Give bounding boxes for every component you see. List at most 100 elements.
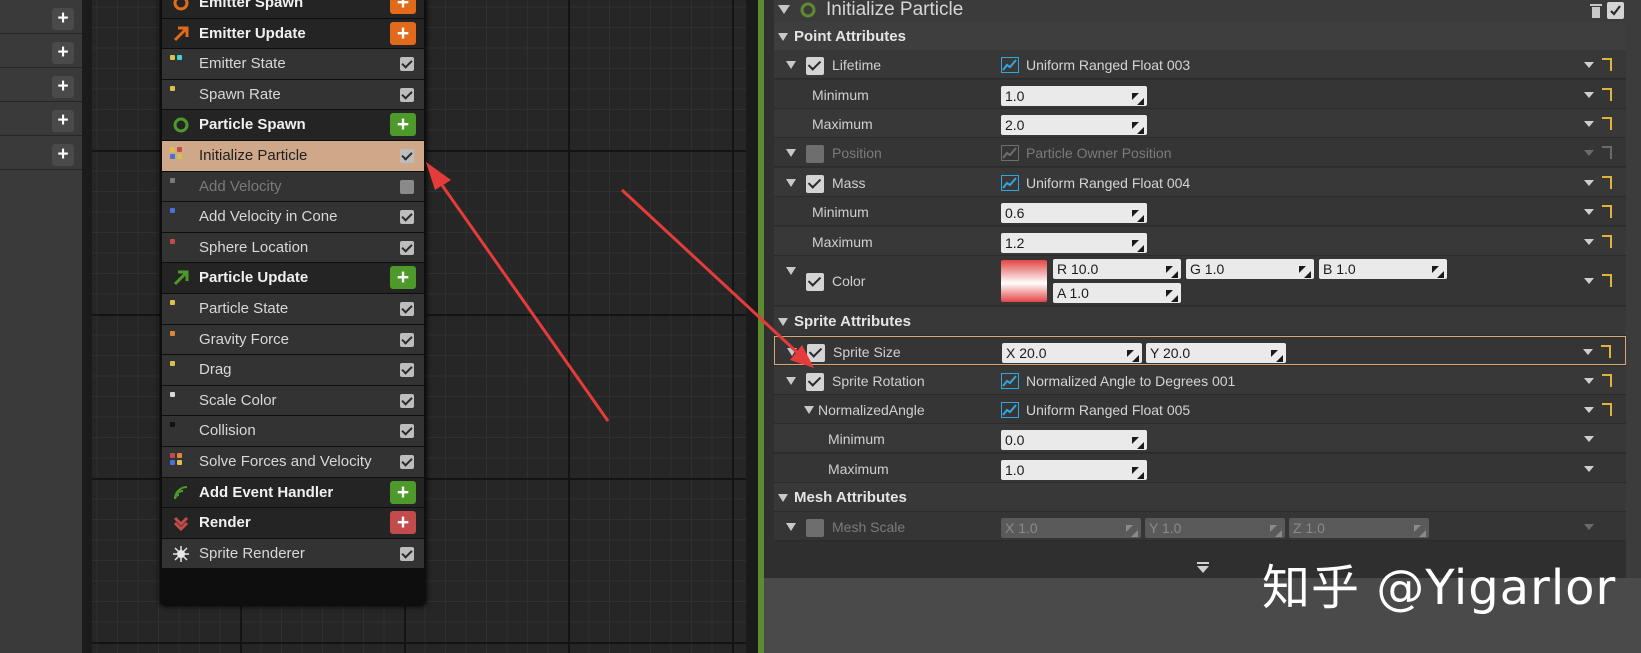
property-checkbox[interactable] [806, 519, 824, 537]
row-options[interactable] [1583, 345, 1617, 359]
reset-to-default-icon[interactable] [1602, 58, 1612, 71]
expand-arrow-icon[interactable] [786, 179, 796, 187]
drag-handle-icon[interactable] [1299, 266, 1311, 278]
property-checkbox[interactable] [806, 273, 824, 291]
drag-handle[interactable] [1132, 119, 1144, 134]
color-channel-field[interactable]: G 1.0 [1186, 259, 1314, 279]
expand-arrow-icon[interactable] [786, 377, 796, 385]
property-minimum[interactable]: Minimum 0.0 [774, 424, 1626, 453]
row-options[interactable] [1584, 462, 1618, 476]
module-drag[interactable]: Drag [162, 355, 424, 385]
number-field[interactable]: 1.0 [1001, 460, 1147, 480]
dropdown-arrow-icon[interactable] [1584, 524, 1594, 530]
reset-to-default-icon[interactable] [1601, 345, 1611, 358]
module-enable-checkbox[interactable] [400, 455, 414, 469]
drag-handle-icon[interactable] [1132, 122, 1144, 134]
add-icon[interactable]: + [52, 8, 74, 30]
module-enable-checkbox[interactable] [400, 546, 414, 561]
dropdown-arrow-icon[interactable] [1584, 466, 1594, 472]
property-maximum[interactable]: Maximum 1.0 [774, 454, 1626, 483]
drag-handle[interactable] [1132, 237, 1144, 252]
row-options[interactable] [1584, 205, 1618, 219]
property-sprite-rotation[interactable]: Sprite Rotation Normalized Angle to Degre… [774, 366, 1626, 395]
module-enable-checkbox[interactable] [400, 87, 414, 102]
drag-handle-icon[interactable] [1166, 266, 1178, 278]
drag-handle[interactable] [1127, 347, 1139, 362]
color-channel-field[interactable]: A 1.0 [1053, 283, 1181, 303]
drag-handle-icon[interactable] [1132, 240, 1144, 252]
expand-arrow-icon[interactable] [778, 33, 788, 41]
drag-handle-icon[interactable] [1126, 525, 1138, 537]
dropdown-arrow-icon[interactable] [1584, 209, 1594, 215]
drag-handle[interactable] [1132, 90, 1144, 105]
expand-arrow-icon[interactable] [804, 406, 814, 414]
number-field[interactable]: X 20.0 [1002, 343, 1142, 363]
dynamic-input-name[interactable]: Normalized Angle to Degrees 001 [1026, 366, 1235, 396]
collapse-arrow-icon[interactable] [778, 3, 790, 15]
dynamic-input-name[interactable]: Uniform Ranged Float 004 [1026, 168, 1190, 198]
module-enable-checkbox[interactable] [400, 210, 414, 225]
row-options[interactable] [1584, 58, 1618, 72]
drag-handle-icon[interactable] [1432, 266, 1444, 278]
expand-arrow-icon[interactable] [786, 267, 796, 275]
drag-handle-icon[interactable] [1132, 93, 1144, 105]
row-options[interactable] [1584, 88, 1618, 102]
drag-handle[interactable] [1271, 347, 1283, 362]
number-field[interactable]: Y 20.0 [1146, 343, 1286, 363]
drag-handle[interactable] [1132, 434, 1144, 449]
property-color[interactable]: Color R 10.0 G 1.0 B 1.0 A 1.0 [774, 256, 1626, 306]
drag-handle-icon[interactable] [1414, 525, 1426, 537]
number-field[interactable]: 0.6 [1001, 203, 1147, 223]
number-field[interactable]: Y 1.0 [1145, 518, 1285, 538]
drag-handle-icon[interactable] [1132, 210, 1144, 222]
add-module-icon[interactable]: + [390, 113, 416, 137]
row-options[interactable] [1584, 176, 1618, 190]
enable-module-checkbox[interactable] [1607, 2, 1624, 19]
dropdown-arrow-icon[interactable] [1583, 349, 1593, 355]
drag-handle[interactable] [1132, 207, 1144, 222]
module-enable-checkbox[interactable] [400, 149, 414, 163]
trash-icon[interactable] [1589, 3, 1603, 19]
module-add-velocity-in-cone[interactable]: Add Velocity in Cone [162, 202, 424, 232]
drag-handle-icon[interactable] [1127, 350, 1139, 362]
dropdown-arrow-icon[interactable] [1584, 239, 1594, 245]
add-module-icon[interactable]: + [390, 21, 416, 45]
expand-arrow-icon[interactable] [787, 348, 797, 356]
details-scrollbar[interactable] [1626, 0, 1641, 578]
number-field[interactable]: 1.2 [1001, 233, 1147, 253]
reset-to-default-icon[interactable] [1602, 117, 1612, 130]
module-sphere-location[interactable]: Sphere Location [162, 232, 424, 263]
reset-to-default-icon[interactable] [1602, 235, 1612, 248]
module-enable-checkbox[interactable] [400, 332, 414, 347]
property-sprite-size[interactable]: Sprite Size X 20.0 Y 20.0 [774, 336, 1626, 365]
expand-arrow-icon[interactable] [786, 61, 796, 69]
dropdown-arrow-icon[interactable] [1584, 278, 1594, 284]
add-icon[interactable]: + [52, 76, 74, 98]
emitter-node[interactable]: Emitter Spawn + Emitter Update + Emitter Sta… [160, 0, 426, 606]
dropdown-arrow-icon[interactable] [1584, 92, 1594, 98]
section-particle-update[interactable]: Particle Update + [162, 263, 424, 293]
reset-to-default-icon[interactable] [1602, 274, 1612, 287]
module-enable-checkbox[interactable] [400, 57, 414, 72]
section-emitter-spawn[interactable]: Emitter Spawn + [162, 0, 424, 18]
reset-to-default-icon[interactable] [1602, 176, 1612, 189]
number-field[interactable]: 1.0 [1001, 86, 1147, 106]
property-checkbox[interactable] [806, 175, 824, 193]
row-options[interactable] [1584, 432, 1618, 446]
color-channel-field[interactable]: R 10.0 [1053, 259, 1181, 279]
module-enable-checkbox[interactable] [400, 240, 414, 255]
dropdown-arrow-icon[interactable] [1584, 62, 1594, 68]
dropdown-arrow-icon[interactable] [1584, 407, 1594, 413]
property-checkbox[interactable] [806, 57, 824, 75]
row-options[interactable] [1584, 146, 1618, 160]
row-options[interactable] [1584, 274, 1618, 288]
module-add-velocity[interactable]: Add Velocity [162, 171, 424, 202]
module-enable-checkbox[interactable] [400, 424, 414, 439]
drag-handle[interactable] [1166, 287, 1178, 302]
module-particle-state[interactable]: Particle State [162, 294, 424, 324]
drag-handle-icon[interactable] [1132, 437, 1144, 449]
dropdown-arrow-icon[interactable] [1584, 180, 1594, 186]
module-enable-checkbox[interactable] [400, 302, 414, 316]
reset-to-default-icon[interactable] [1602, 88, 1612, 101]
property-maximum[interactable]: Maximum 1.2 [774, 227, 1626, 256]
